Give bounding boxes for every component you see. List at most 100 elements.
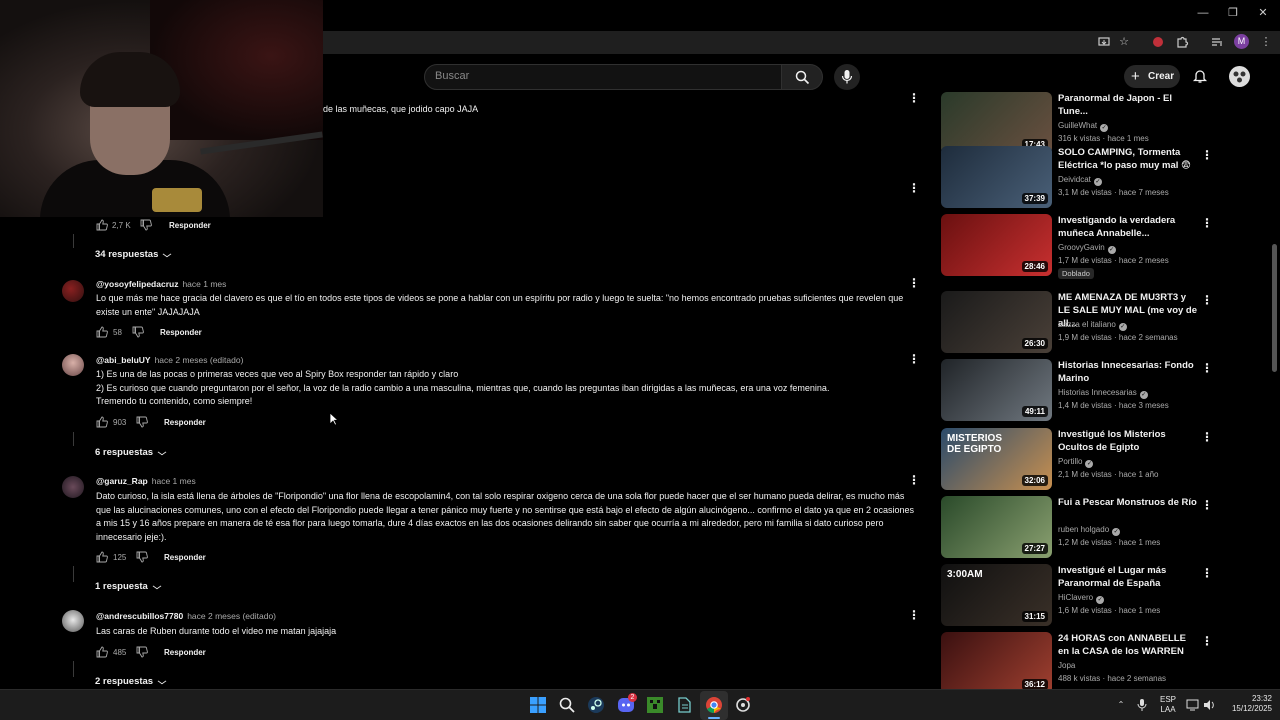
video-title[interactable]: 24 HORAS con ANNABELLE en la CASA de los… [1058, 632, 1198, 658]
network-icon[interactable] [1186, 698, 1200, 712]
minecraft-icon[interactable] [646, 696, 664, 714]
comment-author[interactable]: @andrescubillos7780 hace 2 meses (editado… [96, 611, 276, 621]
video-title[interactable]: Historias Innecesarias: Fondo Marino [1058, 359, 1198, 385]
video-channel[interactable]: Historias Innecesarias ✓ [1058, 388, 1148, 399]
video-thumbnail[interactable]: 36:12 [941, 632, 1052, 694]
comment-author[interactable]: @yosoyfelipedacruz hace 1 mes [96, 279, 226, 289]
view-replies-button[interactable]: 2 respuestas ⌵ [95, 676, 166, 687]
video-thumbnail[interactable]: 37:39 [941, 146, 1052, 208]
comment-menu-icon[interactable]: ⋮ [908, 473, 920, 487]
comment-avatar[interactable] [62, 280, 84, 302]
like-icon[interactable] [96, 416, 108, 428]
comment-menu-icon[interactable]: ⋮ [908, 181, 920, 195]
video-menu-icon[interactable]: ⋮ [1201, 634, 1213, 648]
extensions-puzzle-icon[interactable] [1175, 35, 1189, 49]
video-channel[interactable]: Zazza el italiano ✓ [1058, 320, 1127, 331]
view-replies-button[interactable]: 1 respuesta ⌵ [95, 581, 161, 592]
video-menu-icon[interactable]: ⋮ [1201, 498, 1213, 512]
video-thumbnail[interactable]: 26:30 [941, 291, 1052, 353]
like-icon[interactable] [96, 326, 108, 338]
recommended-video[interactable]: 26:30 ME AMENAZA DE MU3RT3 y LE SALE MUY … [941, 291, 1261, 355]
recommended-video[interactable]: 49:11 Historias Innecesarias: Fondo Marin… [941, 359, 1261, 423]
recommended-video[interactable]: 27:27 Fui a Pescar Monstruos de Río ruben … [941, 496, 1261, 560]
comment-author[interactable]: @garuz_Rap hace 1 mes [96, 476, 196, 486]
recommended-video[interactable]: 3:00AM 31:15 Investigué el Lugar más Paran… [941, 564, 1261, 628]
video-title[interactable]: Paranormal de Japon - El Tune... [1058, 92, 1198, 118]
video-thumbnail[interactable]: 49:11 [941, 359, 1052, 421]
account-avatar[interactable] [1229, 66, 1250, 87]
reply-button[interactable]: Responder [169, 221, 211, 230]
comment-menu-icon[interactable]: ⋮ [908, 608, 920, 622]
video-menu-icon[interactable]: ⋮ [1201, 148, 1213, 162]
comment-avatar[interactable] [62, 610, 84, 632]
steam-icon[interactable] [587, 696, 605, 714]
video-title[interactable]: Investigué los Misterios Ocultos de Egip… [1058, 428, 1198, 454]
reply-button[interactable]: Responder [160, 328, 202, 337]
video-thumbnail[interactable]: 17:43 [941, 92, 1052, 154]
taskbar-search-icon[interactable] [558, 696, 576, 714]
video-title[interactable]: Investigué el Lugar más Paranormal de Es… [1058, 564, 1198, 590]
dislike-icon[interactable] [136, 416, 148, 428]
windows-start-icon[interactable] [529, 696, 547, 714]
view-replies-button[interactable]: 6 respuestas ⌵ [95, 447, 166, 458]
language-indicator[interactable]: ESP LAA [1155, 695, 1181, 715]
video-channel[interactable]: GuilleWhat ✓ [1058, 121, 1109, 132]
browser-menu-icon[interactable]: ⋮ [1259, 35, 1273, 49]
recommended-video[interactable]: 36:12 24 HORAS con ANNABELLE en la CASA d… [941, 632, 1261, 696]
video-menu-icon[interactable]: ⋮ [1201, 430, 1213, 444]
tray-chevron-up-icon[interactable]: ⌃ [1116, 700, 1126, 710]
video-menu-icon[interactable]: ⋮ [1201, 361, 1213, 375]
file-explorer-icon[interactable] [676, 696, 694, 714]
like-icon[interactable] [96, 551, 108, 563]
recommended-video[interactable]: 28:46 Investigando la verdadera muñeca An… [941, 214, 1261, 279]
create-button[interactable]: + Crear [1124, 65, 1180, 88]
clock[interactable]: 23:32 15/12/2025 [1220, 694, 1272, 714]
video-channel[interactable]: Deividcat ✓ [1058, 175, 1102, 186]
search-box[interactable] [424, 64, 782, 90]
video-menu-icon[interactable]: ⋮ [1201, 566, 1213, 580]
dislike-icon[interactable] [132, 326, 144, 338]
video-title[interactable]: Investigando la verdadera muñeca Annabel… [1058, 214, 1198, 240]
reply-button[interactable]: Responder [164, 418, 206, 427]
comment-menu-icon[interactable]: ⋮ [908, 276, 920, 290]
recommended-video[interactable]: 37:39 SOLO CAMPING, Tormenta Eléctrica *l… [941, 146, 1261, 210]
search-button[interactable] [781, 64, 823, 90]
video-thumbnail[interactable]: 3:00AM 31:15 [941, 564, 1052, 626]
bookmark-star-icon[interactable]: ☆ [1117, 35, 1131, 49]
video-title[interactable]: SOLO CAMPING, Tormenta Eléctrica *lo pas… [1058, 146, 1198, 172]
close-button[interactable]: ✕ [1256, 6, 1270, 20]
settings-app-icon[interactable] [734, 696, 752, 714]
tray-microphone-icon[interactable] [1137, 698, 1147, 712]
voice-search-button[interactable] [834, 64, 860, 90]
video-channel[interactable]: GroovyGavin ✓ [1058, 243, 1116, 254]
comment-avatar[interactable] [62, 476, 84, 498]
dislike-icon[interactable] [136, 646, 148, 658]
minimize-button[interactable]: — [1196, 6, 1210, 20]
chrome-icon[interactable] [705, 696, 723, 714]
volume-icon[interactable] [1202, 698, 1216, 712]
like-icon[interactable] [96, 219, 108, 231]
video-menu-icon[interactable]: ⋮ [1201, 293, 1213, 307]
view-replies-button[interactable]: 34 respuestas ⌵ [95, 249, 172, 260]
browser-profile-avatar[interactable]: M [1234, 34, 1249, 49]
install-app-icon[interactable] [1097, 35, 1111, 49]
video-channel[interactable]: Jopa [1058, 661, 1075, 670]
dislike-icon[interactable] [140, 219, 152, 231]
video-channel[interactable]: Portillo ✓ [1058, 457, 1094, 468]
comment-avatar[interactable] [62, 354, 84, 376]
video-thumbnail[interactable]: MISTERIOS DE EGIPTO 32:06 [941, 428, 1052, 490]
scrollbar-thumb[interactable] [1272, 244, 1277, 372]
comment-menu-icon[interactable]: ⋮ [908, 352, 920, 366]
video-title[interactable]: Fui a Pescar Monstruos de Río [1058, 496, 1198, 509]
reply-button[interactable]: Responder [164, 553, 206, 562]
notifications-bell-icon[interactable] [1192, 68, 1208, 84]
search-input[interactable] [435, 70, 765, 82]
dislike-icon[interactable] [136, 551, 148, 563]
video-menu-icon[interactable]: ⋮ [1201, 216, 1213, 230]
like-icon[interactable] [96, 646, 108, 658]
video-thumbnail[interactable]: 28:46 [941, 214, 1052, 276]
media-control-icon[interactable] [1210, 35, 1224, 49]
comment-menu-icon[interactable]: ⋮ [908, 91, 920, 105]
page-scrollbar[interactable] [1270, 60, 1280, 688]
video-channel[interactable]: HiClavero ✓ [1058, 593, 1105, 604]
